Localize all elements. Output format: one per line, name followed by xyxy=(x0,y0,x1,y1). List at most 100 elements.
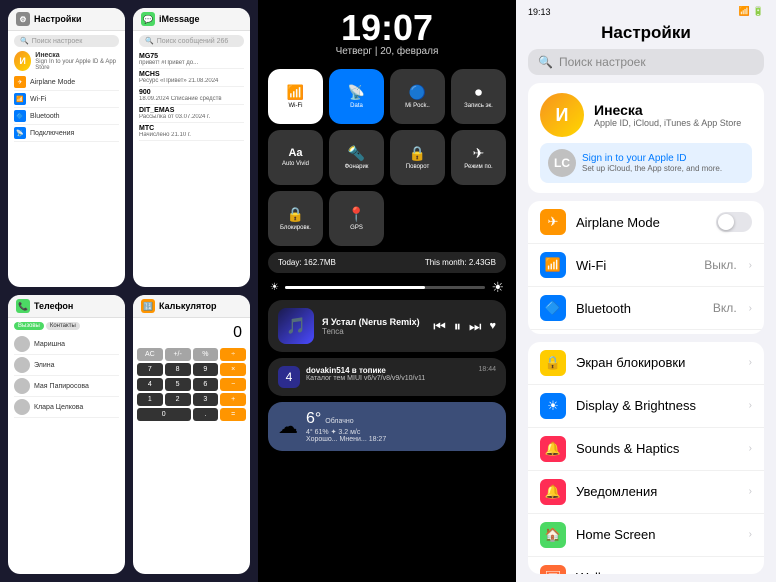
contact-row-1: Элина xyxy=(14,355,119,376)
calc-btn-2[interactable]: 2 xyxy=(165,393,191,406)
calc-btn-dot[interactable]: . xyxy=(193,408,219,421)
music-artist: Тепса xyxy=(322,327,425,336)
control-center-panel: 19:07 Четверг | 20, февраля 📶 Wi-Fi 📡 Da… xyxy=(258,0,516,582)
msg-row-2: 900 18.09.2024 Списание средств xyxy=(139,87,244,105)
calc-btn-sub[interactable]: − xyxy=(220,378,246,391)
settings-item-connections[interactable]: 📡 Подключения › xyxy=(528,330,764,334)
brightness-slider[interactable] xyxy=(285,286,485,289)
settings-item-display[interactable]: ☀ Display & Brightness › xyxy=(528,385,764,428)
calc-btn-5[interactable]: 5 xyxy=(165,378,191,391)
play-pause-icon[interactable]: ⏸ xyxy=(454,318,461,335)
airplane-mode-toggle[interactable] xyxy=(716,212,752,232)
notification-title: dovakin514 в топике xyxy=(306,366,386,375)
settings-title-bar: Настройки xyxy=(516,19,776,49)
calc-btn-ac[interactable]: AC xyxy=(137,348,163,361)
calculator-app-card[interactable]: 🔢 Калькулятор 0 AC +/- % ÷ 7 8 9 × 4 5 6 xyxy=(133,295,250,574)
cc-autovivid-btn[interactable]: Aa Auto Vivid xyxy=(268,130,323,185)
calc-btn-1[interactable]: 1 xyxy=(137,393,163,406)
calc-btn-add[interactable]: + xyxy=(220,393,246,406)
music-artwork: 🎵 xyxy=(278,308,314,344)
cc-mipock-btn[interactable]: 🔵 Mi Pock.. xyxy=(390,69,445,124)
cc-brightness-control[interactable]: ☀ ☀ xyxy=(268,279,506,296)
cc-wifi-btn[interactable]: 📶 Wi-Fi xyxy=(268,69,323,124)
settings-profile-card[interactable]: И Инеска Apple ID, iCloud, iTunes & App … xyxy=(528,83,764,193)
cc-gps-btn[interactable]: 📍 GPS xyxy=(329,191,384,246)
next-track-icon[interactable]: ⏭ xyxy=(469,318,482,335)
settings-search-mini: 🔍Поиск настроек xyxy=(14,35,119,47)
phone-card-icon: 📞 xyxy=(16,299,30,313)
settings-panel: 19:13 📶 🔋 Настройки 🔍 Поиск настроек И И… xyxy=(516,0,776,582)
gps-icon: 📍 xyxy=(348,206,365,223)
cc-airplane-btn[interactable]: ✈ Режим по. xyxy=(451,130,506,185)
lockscreen-chevron-icon: › xyxy=(749,357,752,368)
settings-app-card[interactable]: ⚙ Настройки 🔍Поиск настроек И ИнескаSign… xyxy=(8,8,125,287)
heart-icon[interactable]: ♥ xyxy=(489,320,496,332)
notification-row: 4 dovakin514 в топике 18:44 Каталог тем … xyxy=(278,366,496,388)
brightness-low-icon: ☀ xyxy=(270,282,279,293)
settings-search-bar[interactable]: 🔍 Поиск настроек xyxy=(528,49,764,75)
settings-item-bluetooth[interactable]: 🔷 Bluetooth Вкл. › xyxy=(528,287,764,330)
cc-data-usage: Today: 162.7MB This month: 2.43GB xyxy=(268,252,506,273)
settings-item-wifi[interactable]: 📶 Wi-Fi Выкл. › xyxy=(528,244,764,287)
profile-row: И Инеска Apple ID, iCloud, iTunes & App … xyxy=(540,93,752,137)
wallpaper-icon: 🖼 xyxy=(540,565,566,574)
settings-item-lockscreen[interactable]: 🔒 Экран блокировки › xyxy=(528,342,764,385)
calc-btn-pct[interactable]: % xyxy=(193,348,219,361)
calc-btn-pm[interactable]: +/- xyxy=(165,348,191,361)
cc-record-btn[interactable]: ⏺ Запись эк. xyxy=(451,69,506,124)
bluetooth-chevron-icon: › xyxy=(749,303,752,314)
weather-card: ☁ 6° Облачно 4° 61% ✦ 3.2 м/с Хорошо... … xyxy=(268,402,506,451)
calc-btn-mul[interactable]: × xyxy=(220,363,246,376)
profile-name: Инеска xyxy=(594,102,741,118)
settings-card-content: 🔍Поиск настроек И ИнескаSign In to your … xyxy=(8,31,125,287)
signin-row[interactable]: LC Sign in to your Apple ID Set up iClou… xyxy=(540,143,752,183)
settings-item-notifications[interactable]: 🔔 Уведомления › xyxy=(528,471,764,514)
prev-track-icon[interactable]: ⏮ xyxy=(433,318,446,335)
cc-time-section: 19:07 Четверг | 20, февраля xyxy=(258,0,516,69)
imessage-card-icon: 💬 xyxy=(141,12,155,26)
calc-btn-div[interactable]: ÷ xyxy=(220,348,246,361)
wallpaper-label: Wallpaper xyxy=(576,570,737,574)
cc-data-month: This month: 2.43GB xyxy=(425,258,496,267)
cc-music-player[interactable]: 🎵 Я Устал (Nerus Remix) Тепса ⏮ ⏸ ⏭ ♥ xyxy=(268,300,506,352)
cc-data-btn[interactable]: 📡 Data xyxy=(329,69,384,124)
calc-btn-9[interactable]: 9 xyxy=(193,363,219,376)
calc-btn-7[interactable]: 7 xyxy=(137,363,163,376)
calc-btn-6[interactable]: 6 xyxy=(193,378,219,391)
calc-btn-eq[interactable]: = xyxy=(220,408,246,421)
settings-item-wallpaper[interactable]: 🖼 Wallpaper › xyxy=(528,557,764,574)
calc-btn-3[interactable]: 3 xyxy=(193,393,219,406)
mipock-icon: 🔵 xyxy=(409,84,426,101)
flashlight-icon: 🔦 xyxy=(348,145,365,162)
cc-lock-btn[interactable]: 🔒 Блокировк. xyxy=(268,191,323,246)
settings-section-display: 🔒 Экран блокировки › ☀ Display & Brightn… xyxy=(528,342,764,574)
settings-item-airplane[interactable]: ✈ Airplane Mode xyxy=(528,201,764,244)
settings-item-sounds[interactable]: 🔔 Sounds & Haptics › xyxy=(528,428,764,471)
cc-flashlight-btn[interactable]: 🔦 Фонарик xyxy=(329,130,384,185)
calc-card-content: 0 AC +/- % ÷ 7 8 9 × 4 5 6 − 1 2 3 xyxy=(133,318,250,574)
calc-btn-8[interactable]: 8 xyxy=(165,363,191,376)
notification-content: dovakin514 в топике 18:44 Каталог тем MI… xyxy=(306,366,496,382)
calc-btn-0[interactable]: 0 xyxy=(137,408,191,421)
homescreen-icon: 🏠 xyxy=(540,522,566,548)
wifi-setting-value: Выкл. xyxy=(704,258,736,272)
music-title: Я Устал (Nerus Remix) xyxy=(322,317,425,327)
imessage-app-card[interactable]: 💬 iMessage 🔍Поиск сообщений 266 MG75 при… xyxy=(133,8,250,287)
homescreen-label: Home Screen xyxy=(576,527,737,542)
settings-card-icon: ⚙ xyxy=(16,12,30,26)
phone-app-card[interactable]: 📞 Телефон Вызовы Контакты Маришна Элина xyxy=(8,295,125,574)
cc-rotate-btn[interactable]: 🔒 Поворот xyxy=(390,130,445,185)
calc-card-header: 🔢 Калькулятор xyxy=(133,295,250,318)
settings-status-bar: 19:13 📶 🔋 xyxy=(516,0,776,19)
notification-card[interactable]: 4 dovakin514 в топике 18:44 Каталог тем … xyxy=(268,358,506,396)
lockscreen-label: Экран блокировки xyxy=(576,355,737,370)
settings-item-homescreen[interactable]: 🏠 Home Screen › xyxy=(528,514,764,557)
weather-icon: ☁ xyxy=(278,414,298,439)
status-time: 19:13 xyxy=(528,7,551,17)
bluetooth-label: Bluetooth xyxy=(576,301,703,316)
weather-details: 4° 61% ✦ 3.2 м/с xyxy=(306,428,386,436)
calc-btn-4[interactable]: 4 xyxy=(137,378,163,391)
autovivid-icon: Aa xyxy=(288,147,302,159)
settings-main-title: Настройки xyxy=(528,23,764,43)
calc-card-title: Калькулятор xyxy=(159,301,217,311)
